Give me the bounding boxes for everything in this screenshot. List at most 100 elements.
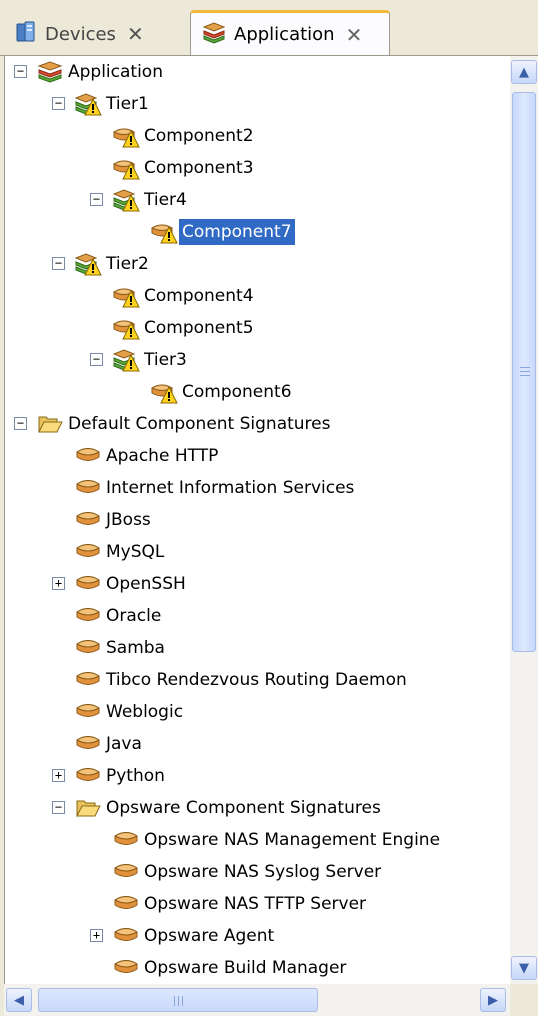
tree-node[interactable]: − Tier2 (5, 248, 511, 280)
tree-node-label[interactable]: Opsware Component Signatures (103, 795, 384, 821)
tab-application[interactable]: Application ✕ (190, 10, 390, 56)
tree-node-label[interactable]: Tier4 (141, 187, 190, 213)
tree-node[interactable]: − Tier1 (5, 88, 511, 120)
tree-node[interactable]: Component2 (5, 120, 511, 152)
scroll-down-button[interactable]: ▼ (511, 956, 537, 980)
vertical-scrollbar[interactable]: ▲ ▼ (510, 56, 538, 984)
tree-node[interactable]: + Python (5, 760, 511, 792)
tree-node[interactable]: Component4 (5, 280, 511, 312)
tree-node[interactable]: Opsware NAS Management Engine (5, 824, 511, 856)
collapse-icon[interactable]: − (90, 353, 103, 366)
tree-node[interactable]: Component5 (5, 312, 511, 344)
tree-node[interactable]: Component3 (5, 152, 511, 184)
tree-node-label[interactable]: Opsware Agent (141, 923, 277, 949)
scrollbar-corner (510, 984, 538, 1016)
tree-node-label[interactable]: Samba (103, 635, 168, 661)
component-warning-icon (112, 155, 140, 181)
component-warning-icon (150, 219, 178, 245)
tree-node[interactable]: Component6 (5, 376, 511, 408)
tree-node-label[interactable]: Opsware NAS TFTP Server (141, 891, 369, 917)
tier-warning-icon (112, 347, 140, 373)
collapse-icon[interactable]: − (52, 801, 65, 814)
tab-bar: Devices ✕ Application ✕ (0, 0, 538, 56)
tree-node[interactable]: − Default Component Signatures (5, 408, 511, 440)
chevron-down-icon: ▼ (519, 960, 529, 976)
expand-icon[interactable]: + (90, 929, 103, 942)
tree-node[interactable]: Component7 (5, 216, 511, 248)
expand-icon[interactable]: + (52, 769, 65, 782)
tree-node[interactable]: Java (5, 728, 511, 760)
tab-devices-label: Devices (45, 23, 116, 45)
component-icon (112, 923, 140, 949)
tree-node-label[interactable]: Opsware NAS Management Engine (141, 827, 443, 853)
tree-node[interactable]: JBoss (5, 504, 511, 536)
tree-node[interactable]: − Tier4 (5, 184, 511, 216)
tree-node-label[interactable]: JBoss (103, 507, 154, 533)
tree-node-label[interactable]: Component7 (178, 218, 296, 246)
tree-node[interactable]: Samba (5, 632, 511, 664)
application-tree[interactable]: − Application − Tier1 Component2 Component3− T… (4, 56, 511, 984)
tree-node[interactable]: MySQL (5, 536, 511, 568)
tree-node-label[interactable]: Tier3 (141, 347, 190, 373)
tree-node-label[interactable]: Java (103, 731, 145, 757)
collapse-icon[interactable]: − (14, 65, 27, 78)
expand-icon[interactable]: + (52, 577, 65, 590)
tab-devices[interactable]: Devices ✕ (4, 12, 190, 56)
component-icon (74, 539, 102, 565)
horizontal-scroll-thumb[interactable] (38, 988, 318, 1012)
tree-node[interactable]: Opsware NAS TFTP Server (5, 888, 511, 920)
tree-node-label[interactable]: Python (103, 763, 168, 789)
tree-node-label[interactable]: Tier1 (103, 91, 152, 117)
tree-node-label[interactable]: OpenSSH (103, 571, 189, 597)
scroll-right-button[interactable]: ▶ (480, 988, 506, 1012)
tree-node-label[interactable]: Internet Information Services (103, 475, 357, 501)
devices-icon (14, 20, 38, 49)
tree-node-label[interactable]: Component4 (141, 283, 257, 309)
tree-node[interactable]: − Opsware Component Signatures (5, 792, 511, 824)
close-icon[interactable]: ✕ (346, 23, 363, 47)
tree-node[interactable]: Tibco Rendezvous Routing Daemon (5, 664, 511, 696)
component-icon (74, 763, 102, 789)
tree-node-label[interactable]: Component2 (141, 123, 257, 149)
horizontal-scrollbar[interactable]: ◀ ▶ (4, 984, 510, 1016)
tree-node[interactable]: Weblogic (5, 696, 511, 728)
component-icon (112, 955, 140, 981)
tree-node-label[interactable]: Default Component Signatures (65, 411, 334, 437)
collapse-icon[interactable]: − (14, 417, 27, 430)
collapse-icon[interactable]: − (52, 257, 65, 270)
tier-warning-icon (74, 251, 102, 277)
tree-node-label[interactable]: Oracle (103, 603, 164, 629)
close-icon[interactable]: ✕ (127, 22, 144, 46)
tree-node-label[interactable]: Component3 (141, 155, 257, 181)
tree-node-label[interactable]: MySQL (103, 539, 167, 565)
component-warning-icon (150, 379, 178, 405)
scroll-up-button[interactable]: ▲ (511, 60, 537, 84)
tree-node-label[interactable]: Tibco Rendezvous Routing Daemon (103, 667, 410, 693)
tree-node[interactable]: + OpenSSH (5, 568, 511, 600)
component-icon (74, 507, 102, 533)
tree-node-label[interactable]: Component5 (141, 315, 257, 341)
tree-node[interactable]: − Application (5, 56, 511, 88)
chevron-right-icon: ▶ (488, 992, 498, 1008)
chevron-left-icon: ◀ (14, 992, 24, 1008)
collapse-icon[interactable]: − (90, 193, 103, 206)
tree-node[interactable]: Oracle (5, 600, 511, 632)
tree-node[interactable]: Apache HTTP (5, 440, 511, 472)
tree-node-label[interactable]: Opsware NAS Syslog Server (141, 859, 384, 885)
tree-node-label[interactable]: Application (65, 59, 166, 85)
tree-node[interactable]: + Opsware Agent (5, 920, 511, 952)
tree-node[interactable]: Opsware NAS Syslog Server (5, 856, 511, 888)
tree-node[interactable]: Internet Information Services (5, 472, 511, 504)
scroll-left-button[interactable]: ◀ (6, 988, 32, 1012)
vertical-scroll-thumb[interactable] (512, 92, 536, 652)
tree-node[interactable]: Opsware Build Manager (5, 952, 511, 984)
tab-application-label: Application (234, 24, 335, 45)
tree-node-label[interactable]: Weblogic (103, 699, 186, 725)
tree-node-label[interactable]: Opsware Build Manager (141, 955, 349, 981)
tree-node-label[interactable]: Apache HTTP (103, 443, 221, 469)
tree-node-label[interactable]: Component6 (179, 379, 295, 405)
tree-node[interactable]: − Tier3 (5, 344, 511, 376)
tree-node-label[interactable]: Tier2 (103, 251, 152, 277)
collapse-icon[interactable]: − (52, 97, 65, 110)
open-folder-icon (74, 795, 102, 821)
